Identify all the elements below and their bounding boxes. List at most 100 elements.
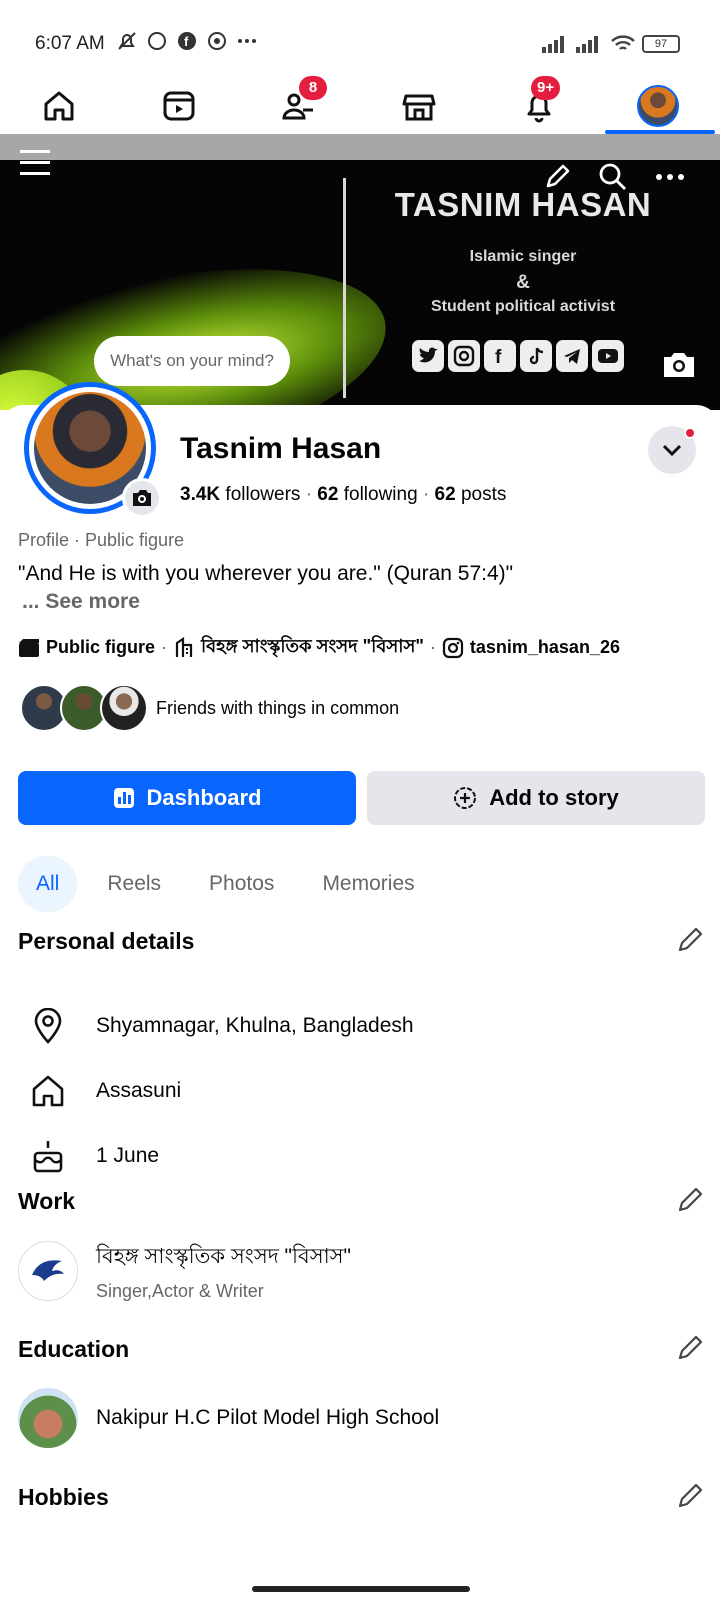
facebook-icon: f — [484, 340, 516, 372]
birthday-cake-icon — [33, 1141, 63, 1173]
location-text: Shyamnagar, Khulna, Bangladesh — [96, 1014, 414, 1037]
cover-line-3: Student political activist — [430, 298, 616, 315]
profile-tab-avatar — [637, 85, 679, 127]
status-notification-icons: f — [116, 30, 258, 52]
cover-divider — [343, 178, 346, 398]
profile-stats: 3.4K followers · 62 following · 62 posts — [180, 484, 507, 505]
add-story-icon — [454, 787, 477, 809]
dropdown-notification-dot — [684, 427, 696, 439]
tab-friends[interactable]: 8 — [259, 76, 339, 134]
intro-instagram[interactable]: tasnim_hasan_26 — [470, 637, 620, 658]
cover-line-1: Islamic singer — [469, 248, 577, 265]
profile-name: Tasnim Hasan — [180, 432, 382, 465]
posts-count[interactable]: 62 — [435, 484, 456, 505]
location-pin-icon — [34, 1008, 62, 1044]
friend-avatar — [100, 684, 148, 732]
work-org-name: বিহঙ্গ সাংস্কৃতিক সংসদ "বিসাস" — [96, 1245, 352, 1268]
pencil-icon[interactable] — [676, 1480, 706, 1510]
work-role: Singer,Actor & Writer — [96, 1281, 264, 1301]
home-icon — [32, 1075, 64, 1107]
see-more-label: ... See more — [22, 590, 140, 613]
cover-camera-icon[interactable] — [660, 345, 698, 383]
twitter-icon — [412, 340, 444, 372]
chip-memories[interactable]: Memories — [304, 856, 432, 912]
chip-reels[interactable]: Reels — [89, 856, 179, 912]
facebook-icon: f — [176, 30, 198, 52]
posts-label[interactable]: posts — [461, 484, 506, 505]
marketplace-icon — [402, 94, 436, 121]
cover-title: TASNIM HASAN — [394, 186, 652, 223]
edit-icon[interactable] — [544, 162, 572, 190]
tiktok-icon — [520, 340, 552, 372]
camera-icon — [133, 490, 151, 506]
home-icon — [44, 91, 74, 121]
followers-count[interactable]: 3.4K — [180, 484, 220, 505]
education-title: Education — [18, 1336, 130, 1362]
cover-social-icons: f — [412, 340, 624, 372]
hometown-row: Assasuni — [30, 1073, 181, 1109]
add-to-story-button[interactable]: Add to story — [367, 771, 705, 825]
profile-bio: "And He is with you wherever you are." (… — [18, 562, 514, 585]
signal-icon — [542, 36, 564, 53]
intro-org[interactable]: বিহঙ্গ সাংস্কৃতিক সংসদ "বিসাস" — [201, 632, 424, 663]
tab-profile[interactable] — [618, 78, 698, 134]
top-tab-bar: 8 9+ — [0, 76, 720, 134]
tab-video[interactable] — [139, 78, 219, 134]
chip-photos[interactable]: Photos — [191, 856, 292, 912]
chevron-down-icon — [662, 444, 682, 457]
status-system-icons: 97 — [542, 34, 680, 54]
org-logo-icon — [18, 1241, 78, 1301]
instagram-icon — [448, 340, 480, 372]
location-row: Shyamnagar, Khulna, Bangladesh — [30, 1008, 414, 1044]
video-icon — [163, 91, 195, 121]
pencil-icon[interactable] — [676, 1184, 706, 1214]
menu-icon[interactable] — [20, 150, 50, 176]
svg-text:f: f — [184, 34, 189, 49]
building-icon — [175, 636, 193, 657]
tab-notifications[interactable]: 9+ — [499, 76, 579, 134]
status-time: 6:07 AM — [35, 33, 105, 54]
pencil-icon[interactable] — [676, 1332, 706, 1362]
mute-icon — [116, 30, 138, 52]
following-label[interactable]: following — [344, 484, 418, 505]
profile-meta: Profile · Public figure — [18, 530, 185, 550]
instagram-icon — [442, 637, 463, 658]
avatar-camera-button[interactable] — [122, 478, 162, 518]
more-icon[interactable] — [655, 172, 685, 182]
hometown-text: Assasuni — [96, 1079, 182, 1102]
mutual-friends-row[interactable]: Friends with things in common — [20, 684, 399, 732]
friends-text: Friends with things in common — [156, 697, 400, 718]
intro-row: Public figure · বিহঙ্গ সাংস্কৃতিক সংসদ "… — [18, 632, 620, 663]
battery-icon: 97 — [642, 35, 680, 53]
status-bar: 6:07 AM f 97 — [0, 0, 720, 78]
intro-category[interactable]: Public figure — [46, 637, 155, 658]
work-title: Work — [18, 1188, 76, 1214]
pencil-icon[interactable] — [676, 924, 706, 954]
more-notifications-icon — [236, 30, 258, 52]
following-count[interactable]: 62 — [317, 484, 338, 505]
home-indicator[interactable] — [252, 1586, 470, 1592]
education-item[interactable]: Nakipur H.C Pilot Model High School — [18, 1388, 439, 1448]
telegram-icon — [556, 340, 588, 372]
tab-home[interactable] — [19, 78, 99, 134]
whats-on-your-mind-bubble[interactable]: What's on your mind? — [94, 336, 290, 386]
friends-badge: 8 — [299, 76, 327, 100]
add-story-label: Add to story — [489, 785, 619, 810]
dashboard-label: Dashboard — [146, 785, 262, 810]
dashboard-button[interactable]: Dashboard — [18, 771, 356, 825]
wifi-icon — [611, 35, 635, 50]
see-more-link[interactable]: ... See more — [22, 590, 140, 614]
search-icon[interactable] — [598, 162, 628, 192]
followers-label[interactable]: followers — [225, 484, 300, 505]
birthday-text: 1 June — [96, 1144, 160, 1167]
youtube-icon — [592, 340, 624, 372]
profile-filter-chips: All Reels Photos Memories — [18, 856, 445, 912]
personal-details-title: Personal details — [18, 928, 195, 954]
whatsapp-business-icon — [206, 30, 228, 52]
work-item[interactable]: বিহঙ্গ সাংস্কৃতিক সংসদ "বিসাস" Singer,Ac… — [18, 1240, 351, 1302]
birthday-row: 1 June — [30, 1138, 159, 1174]
cover-line-2: & — [516, 272, 530, 293]
chip-all[interactable]: All — [18, 856, 78, 912]
dashboard-icon — [113, 788, 134, 808]
tab-marketplace[interactable] — [379, 78, 459, 134]
